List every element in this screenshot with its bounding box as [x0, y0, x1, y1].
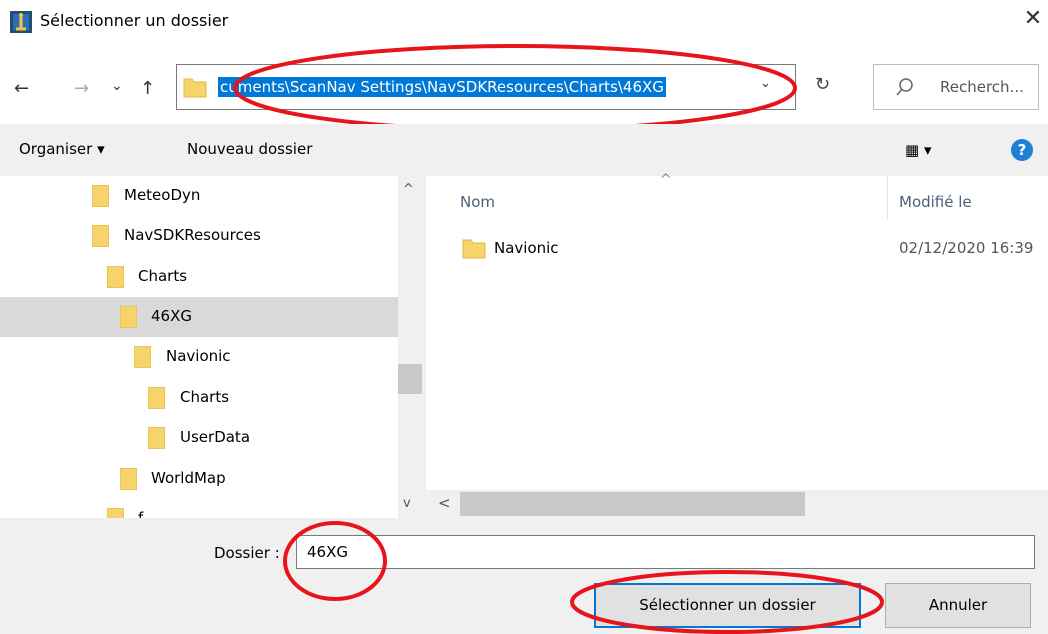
tree-item-label: f...	[138, 509, 157, 518]
new-folder-button[interactable]: Nouveau dossier	[187, 140, 312, 158]
horizontal-scroll-thumb[interactable]	[460, 492, 805, 516]
scroll-left-icon[interactable]: <	[438, 494, 451, 512]
tree-item-label: Charts	[180, 388, 230, 406]
organise-menu-button[interactable]: Organiser ▾	[19, 140, 105, 158]
tree-item-charts[interactable]: Charts	[0, 257, 398, 297]
annotation-ellipse-folder-name	[283, 521, 387, 601]
folder-icon	[183, 76, 207, 98]
column-header-modified[interactable]: Modifié le	[899, 193, 972, 211]
tree-item-label: UserData	[180, 428, 251, 446]
column-divider[interactable]	[887, 176, 888, 220]
search-icon	[895, 77, 915, 97]
tree-item-navsdkresources[interactable]: NavSDKResources	[0, 216, 398, 256]
tree-item-navionic[interactable]: Navionic	[0, 337, 398, 377]
tree-item-userdata[interactable]: UserData	[0, 418, 398, 458]
app-icon	[10, 11, 32, 33]
command-toolbar	[0, 124, 1048, 176]
tree-item-label: MeteoDyn	[124, 186, 201, 204]
back-arrow-icon[interactable]: ←	[14, 78, 29, 99]
annotation-ellipse-select-button	[570, 570, 884, 634]
scroll-up-icon[interactable]: ^	[403, 182, 414, 197]
forward-arrow-icon[interactable]: →	[74, 78, 89, 99]
annotation-ellipse-address	[233, 44, 797, 132]
refresh-icon[interactable]: ↻	[815, 74, 830, 95]
file-row-name[interactable]: Navionic	[494, 239, 559, 257]
tree-scrollbar[interactable]	[398, 176, 426, 518]
tree-item-worldmap[interactable]: WorldMap	[0, 459, 398, 499]
sort-caret-icon: ^	[660, 172, 672, 188]
tree-item-label: NavSDKResources	[124, 226, 261, 244]
tree-item-label: 46XG	[151, 307, 192, 325]
tree-item-partial[interactable]: f...	[0, 499, 398, 518]
tree-item-label: Charts	[138, 267, 188, 285]
tree-item-meteodyn[interactable]: MeteoDyn	[0, 176, 398, 216]
tree-item-46xg[interactable]: 46XG	[0, 297, 398, 337]
tree-item-charts-sub[interactable]: Charts	[0, 378, 398, 418]
tree-scroll-thumb[interactable]	[398, 364, 422, 394]
cancel-button[interactable]: Annuler	[885, 583, 1031, 628]
folder-tree[interactable]: MeteoDyn NavSDKResources Charts 46XG Nav…	[0, 176, 398, 518]
search-placeholder: Recherch...	[940, 78, 1024, 96]
folder-icon	[462, 237, 486, 259]
up-arrow-icon[interactable]: ↑	[140, 78, 155, 99]
close-icon[interactable]: ✕	[1018, 4, 1048, 34]
tree-item-label: WorldMap	[151, 469, 226, 487]
history-dropdown-icon[interactable]: ⌄	[111, 78, 123, 94]
tree-item-label: Navionic	[166, 347, 231, 365]
scroll-down-icon[interactable]: v	[403, 496, 411, 511]
window-title: Sélectionner un dossier	[40, 11, 229, 30]
folder-name-label: Dossier :	[214, 544, 280, 562]
column-header-name[interactable]: Nom	[460, 193, 495, 211]
file-row-modified: 02/12/2020 16:39	[899, 239, 1034, 257]
view-options-icon[interactable]: ▦ ▾	[905, 141, 931, 159]
help-icon[interactable]: ?	[1011, 139, 1033, 161]
folder-name-input[interactable]	[296, 535, 1035, 569]
